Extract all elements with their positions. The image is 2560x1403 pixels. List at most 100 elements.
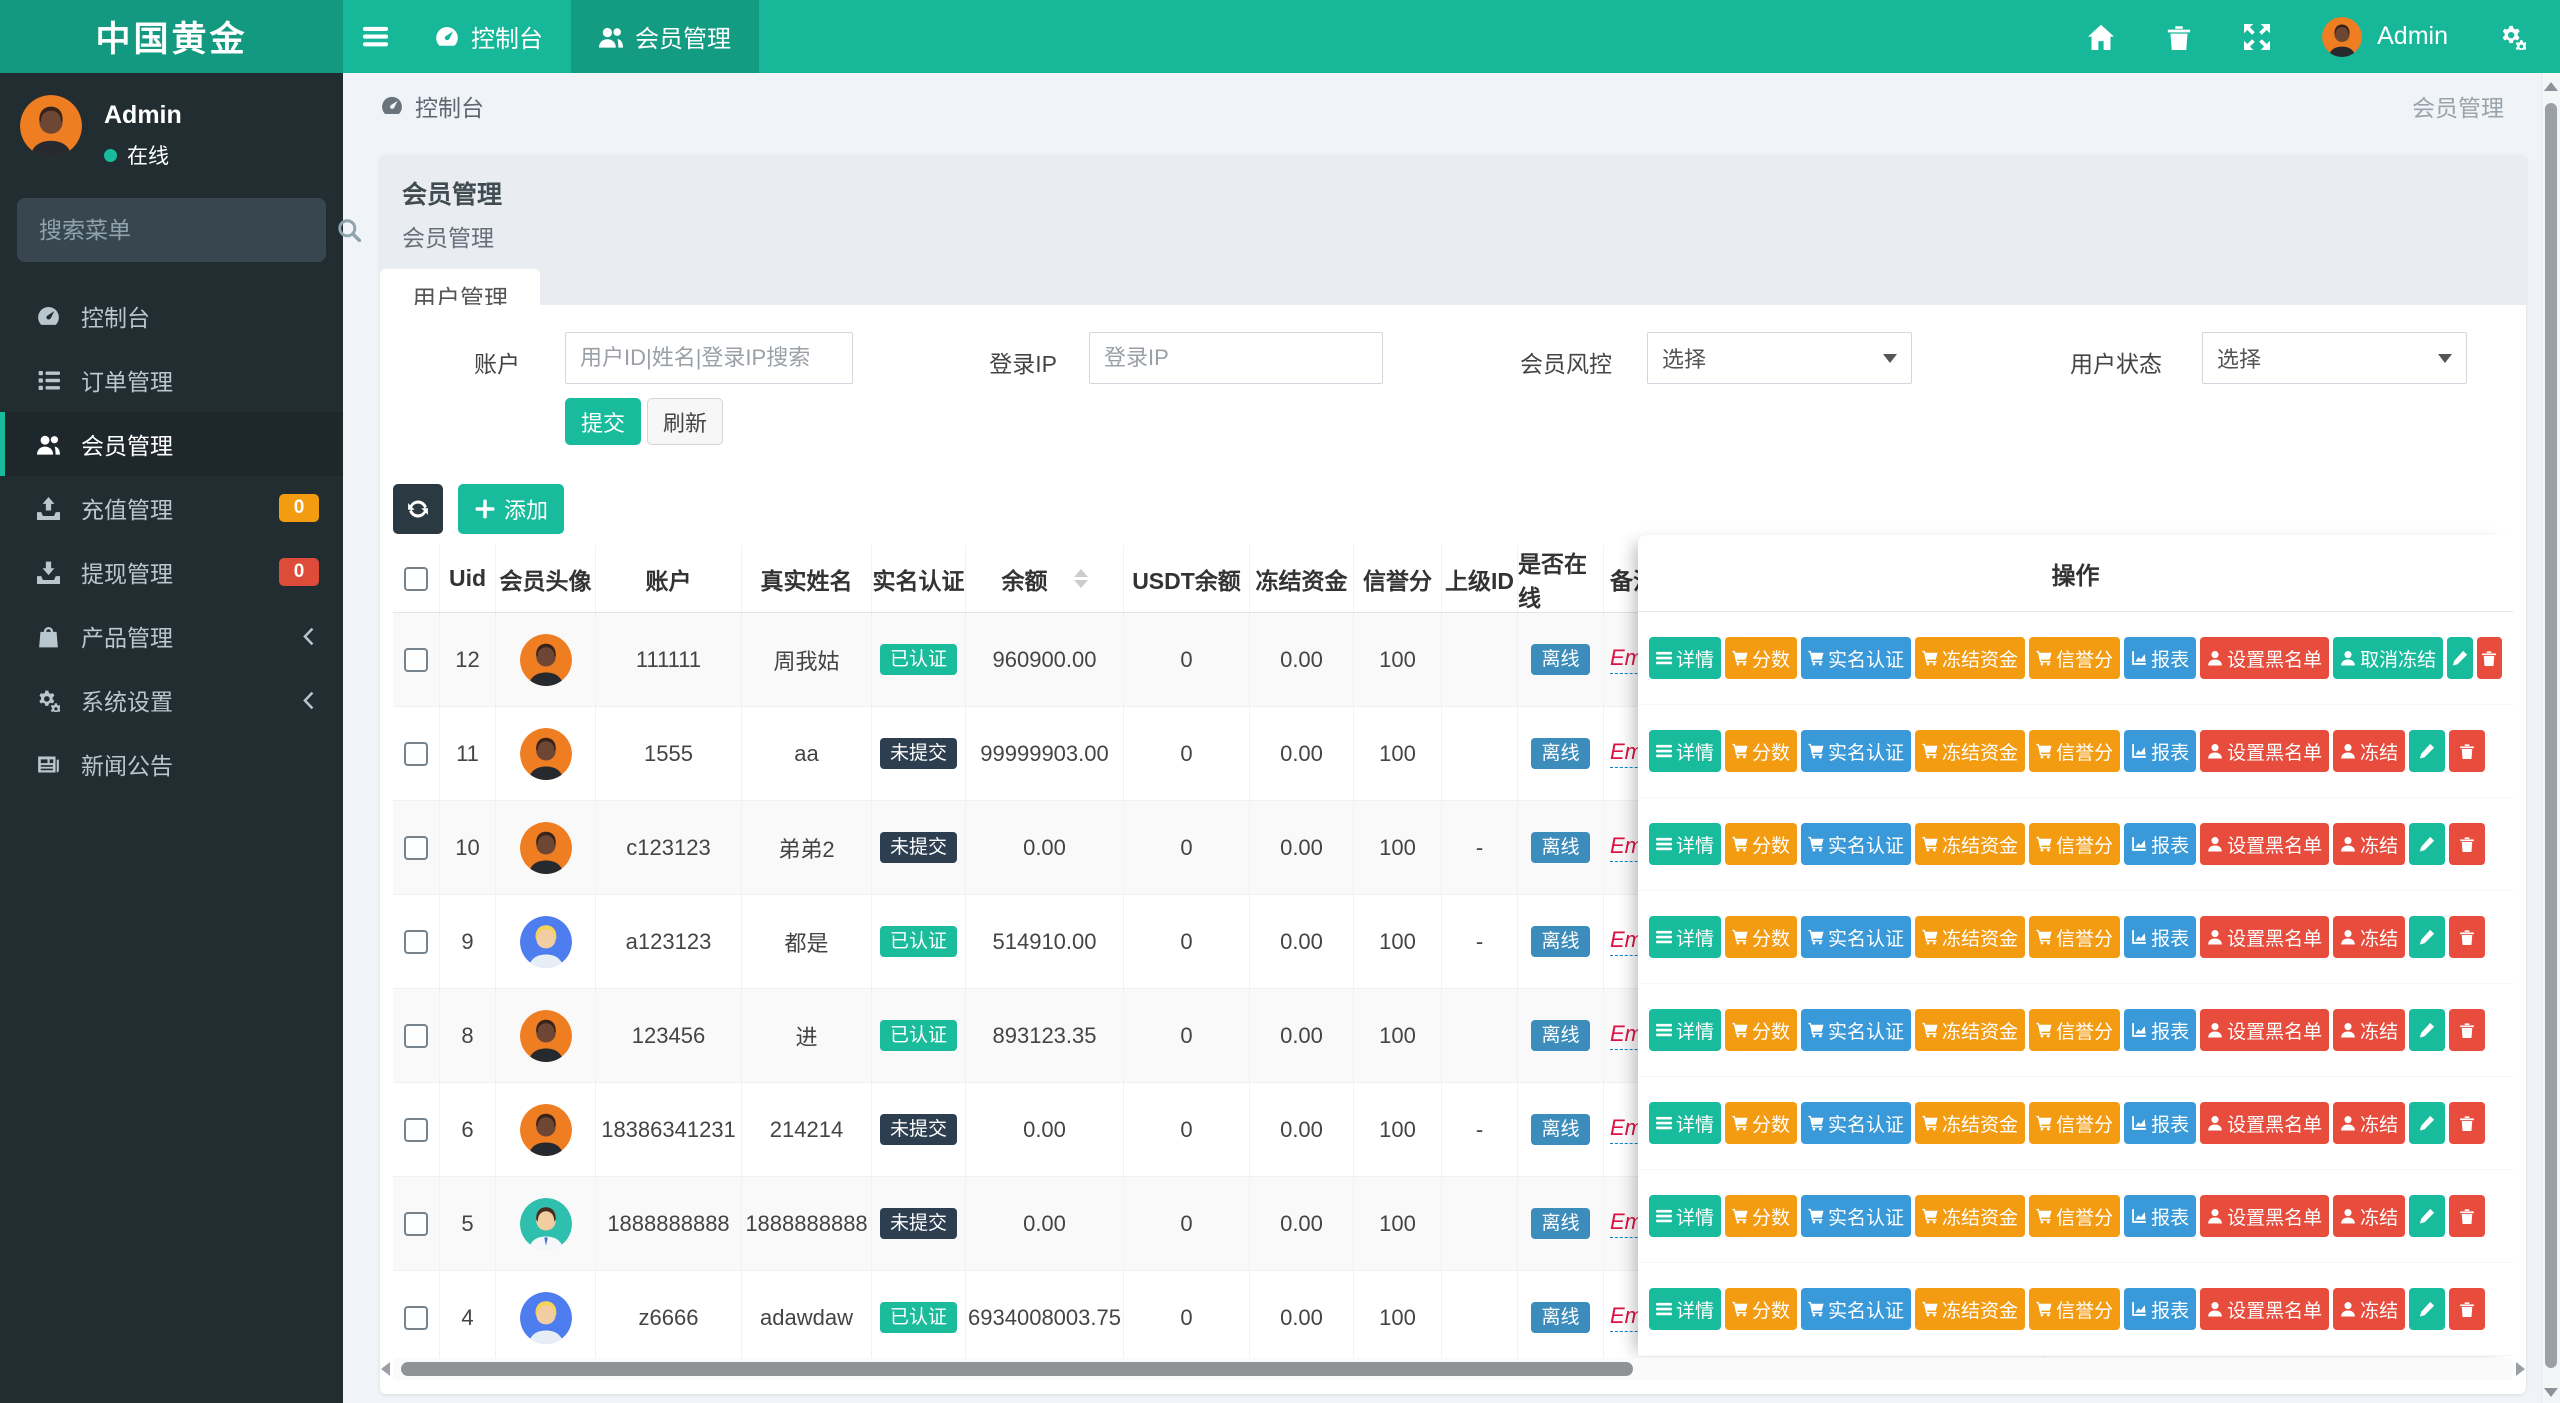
expand-icon[interactable] [2244,24,2270,50]
member-avatar[interactable] [520,1010,572,1062]
freeze-button[interactable]: 冻结 [2333,823,2405,865]
score-button[interactable]: 分数 [1725,1009,1797,1051]
gears-icon[interactable] [2500,24,2526,50]
edit-button[interactable] [2409,823,2445,865]
delete-button[interactable] [2449,1009,2485,1051]
credit-score-button[interactable]: 信誉分 [2029,916,2120,958]
report-button[interactable]: 报表 [2124,1009,2196,1051]
edit-button[interactable] [2409,916,2445,958]
member-avatar[interactable] [520,634,572,686]
home-icon[interactable] [2088,24,2114,50]
detail-button[interactable]: 详情 [1649,730,1721,772]
freeze-funds-button[interactable]: 冻结资金 [1915,730,2025,772]
realname-button[interactable]: 实名认证 [1801,730,1911,772]
member-avatar[interactable] [520,1292,572,1344]
row-checkbox[interactable] [404,1118,428,1142]
realname-button[interactable]: 实名认证 [1801,916,1911,958]
freeze-button[interactable]: 冻结 [2333,1195,2405,1237]
freeze-button[interactable]: 冻结 [2333,730,2405,772]
select-all-checkbox[interactable] [404,567,428,591]
row-checkbox[interactable] [404,1024,428,1048]
scroll-down-arrow-icon[interactable] [2544,1388,2558,1397]
delete-button[interactable] [2477,637,2502,679]
member-avatar[interactable] [520,822,572,874]
scroll-left-arrow-icon[interactable] [381,1362,390,1376]
realname-button[interactable]: 实名认证 [1801,637,1911,679]
refresh-button[interactable]: 刷新 [647,398,723,445]
report-button[interactable]: 报表 [2124,637,2196,679]
detail-button[interactable]: 详情 [1649,1102,1721,1144]
freeze-button[interactable]: 冻结 [2333,1102,2405,1144]
blacklist-button[interactable]: 设置黑名单 [2200,916,2329,958]
sidebar-item-list-ol[interactable]: 订单管理 [0,348,343,412]
edit-button[interactable] [2447,637,2472,679]
menu-search-input[interactable] [37,216,337,245]
breadcrumb-left[interactable]: 控制台 [415,89,484,123]
trash-icon[interactable] [2166,24,2192,50]
delete-button[interactable] [2449,1102,2485,1144]
reload-table-button[interactable] [393,484,443,534]
blacklist-button[interactable]: 设置黑名单 [2200,1195,2329,1237]
row-checkbox[interactable] [404,836,428,860]
credit-score-button[interactable]: 信誉分 [2029,823,2120,865]
blacklist-button[interactable]: 设置黑名单 [2200,730,2329,772]
blacklist-button[interactable]: 设置黑名单 [2200,823,2329,865]
credit-score-button[interactable]: 信誉分 [2029,1102,2120,1144]
score-button[interactable]: 分数 [1725,1102,1797,1144]
detail-button[interactable]: 详情 [1649,1288,1721,1330]
blacklist-button[interactable]: 设置黑名单 [2200,637,2329,679]
account-search-input[interactable] [565,332,853,384]
freeze-funds-button[interactable]: 冻结资金 [1915,916,2025,958]
member-avatar[interactable] [520,728,572,780]
blacklist-button[interactable]: 设置黑名单 [2200,1288,2329,1330]
freeze-funds-button[interactable]: 冻结资金 [1915,1102,2025,1144]
report-button[interactable]: 报表 [2124,730,2196,772]
sidebar-item-bag[interactable]: 产品管理 [0,604,343,668]
freeze-button[interactable]: 冻结 [2333,1288,2405,1330]
user-menu[interactable]: Admin [2322,17,2448,57]
scroll-up-arrow-icon[interactable] [2544,82,2558,91]
realname-button[interactable]: 实名认证 [1801,1009,1911,1051]
sidebar-item-gears[interactable]: 系统设置 [0,668,343,732]
freeze-funds-button[interactable]: 冻结资金 [1915,823,2025,865]
report-button[interactable]: 报表 [2124,1288,2196,1330]
score-button[interactable]: 分数 [1725,916,1797,958]
edit-button[interactable] [2409,730,2445,772]
delete-button[interactable] [2449,823,2485,865]
row-checkbox[interactable] [404,648,428,672]
nav-tab-members[interactable]: 会员管理 [571,0,759,73]
member-avatar[interactable] [520,1104,572,1156]
freeze-button[interactable]: 冻结 [2333,1009,2405,1051]
vertical-scrollbar-thumb[interactable] [2545,103,2557,1368]
detail-button[interactable]: 详情 [1649,1009,1721,1051]
freeze-funds-button[interactable]: 冻结资金 [1915,1195,2025,1237]
edit-button[interactable] [2409,1288,2445,1330]
row-checkbox[interactable] [404,1212,428,1236]
edit-button[interactable] [2409,1009,2445,1051]
row-checkbox[interactable] [404,742,428,766]
submit-button[interactable]: 提交 [565,398,641,445]
credit-score-button[interactable]: 信誉分 [2029,1195,2120,1237]
credit-score-button[interactable]: 信誉分 [2029,1288,2120,1330]
freeze-funds-button[interactable]: 冻结资金 [1915,637,2025,679]
credit-score-button[interactable]: 信誉分 [2029,730,2120,772]
freeze-funds-button[interactable]: 冻结资金 [1915,1009,2025,1051]
user-status-select[interactable]: 选择 [2202,332,2467,384]
score-button[interactable]: 分数 [1725,1288,1797,1330]
realname-button[interactable]: 实名认证 [1801,823,1911,865]
login-ip-input[interactable] [1089,332,1383,384]
row-checkbox[interactable] [404,930,428,954]
freeze-button[interactable]: 冻结 [2333,916,2405,958]
report-button[interactable]: 报表 [2124,823,2196,865]
freeze-funds-button[interactable]: 冻结资金 [1915,1288,2025,1330]
sidebar-item-hand-down[interactable]: 提现管理0 [0,540,343,604]
blacklist-button[interactable]: 设置黑名单 [2200,1009,2329,1051]
vertical-scrollbar[interactable] [2541,73,2560,1403]
score-button[interactable]: 分数 [1725,823,1797,865]
sidebar-item-users[interactable]: 会员管理 [0,412,343,476]
realname-button[interactable]: 实名认证 [1801,1195,1911,1237]
sidebar-item-dashboard[interactable]: 控制台 [0,284,343,348]
member-avatar[interactable] [520,1198,572,1250]
blacklist-button[interactable]: 设置黑名单 [2200,1102,2329,1144]
search-icon[interactable] [337,218,361,242]
